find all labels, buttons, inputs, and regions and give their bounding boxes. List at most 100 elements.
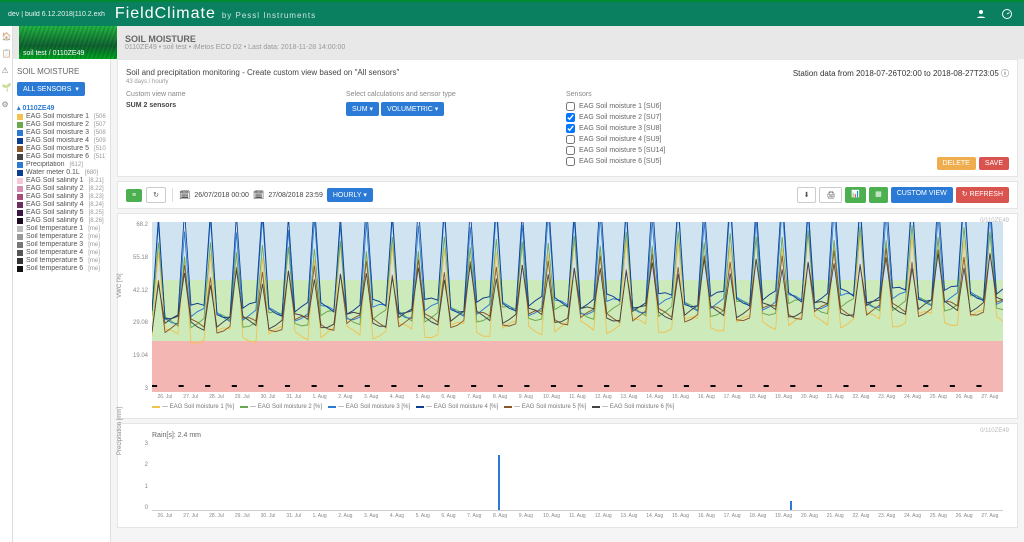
chart-icon[interactable]: 📊 [845, 187, 866, 203]
sensor-node[interactable]: EAG Soil moisture 3[508] [17, 129, 106, 136]
y-axis-label: VWC [%] [117, 273, 123, 297]
nav-rail: 🏠 📋 ⚠ 🌱 ⚙ [0, 26, 13, 542]
legend: — EAG Soil moisture 1 [%] — EAG Soil mois… [152, 404, 1009, 410]
sensor-label: EAG Soil moisture 6 [SU5] [579, 158, 661, 165]
config-card: Soil and precipitation monitoring - Crea… [117, 59, 1018, 177]
page-subtitle: 43 days / hourly [126, 79, 399, 85]
sensor-checkbox[interactable] [566, 157, 575, 166]
sensor-checkbox-row: EAG Soil moisture 3 [SU8] [566, 124, 1009, 133]
legend-item[interactable]: — EAG Soil moisture 1 [%] [152, 404, 234, 410]
sensor-node[interactable]: EAG Soil moisture 5[510] [17, 145, 106, 152]
info-icon[interactable]: ⓘ [1001, 69, 1009, 78]
station-meta: 0110ZE49 • soil test • iMetos ECO D2 • L… [125, 44, 345, 51]
station-strip: soil test / 0110ZE49 SOIL MOISTURE 0110Z… [13, 26, 1024, 59]
sum-dropdown[interactable]: SUM ▾ [346, 102, 379, 116]
collapse-icon[interactable]: ≡ [126, 189, 142, 202]
main: Soil and precipitation monitoring - Crea… [111, 59, 1024, 542]
sensor-checkbox[interactable] [566, 124, 575, 133]
sensor-node[interactable]: EAG Soil moisture 1[506] [17, 113, 106, 120]
build-info: dev | build 6.12.2018|110.2.exh [8, 11, 105, 18]
date-to[interactable]: 27/08/2018 23:59 [268, 192, 323, 199]
list-icon[interactable]: 📋 [2, 49, 11, 58]
sensor-node[interactable]: Soil temperature 6[me] [17, 265, 106, 272]
download-icon[interactable]: ⬇ [797, 187, 817, 203]
sensor-label: EAG Soil moisture 4 [SU9] [579, 136, 661, 143]
calc-label: Select calculations and sensor type [346, 91, 526, 98]
save-button[interactable]: SAVE [979, 157, 1009, 170]
sensor-node[interactable]: EAG Soil moisture 6[511] [17, 153, 106, 160]
rain-summary: Rain[s]: 2.4 mm [152, 432, 1009, 439]
sensor-checkbox[interactable] [566, 102, 575, 111]
station-thumbnail: soil test / 0110ZE49 [19, 26, 117, 59]
sensor-checkbox[interactable] [566, 146, 575, 155]
sensor-node[interactable]: Soil temperature 2[me] [17, 233, 106, 240]
legend-item[interactable]: — EAG Soil moisture 3 [%] [328, 404, 410, 410]
sensor-node[interactable]: Soil temperature 4[me] [17, 249, 106, 256]
calendar-to-icon[interactable]: 🗓 [253, 190, 264, 201]
calendar-from-icon[interactable]: 🗓 [179, 190, 190, 201]
sensor-checkbox-row: EAG Soil moisture 4 [SU9] [566, 135, 1009, 144]
x-axis: 26. Jul27. Jul28. Jul29. Jul30. Jul31. J… [152, 513, 1003, 519]
export-icon[interactable]: 🖨 [819, 187, 842, 203]
y-axis: 68.255.1842.1229.0819.043 [126, 222, 150, 392]
date-range-info: Station data from 2018-07-26T02:00 to 20… [793, 68, 1009, 79]
chart-area[interactable] [152, 222, 1003, 392]
sensor-label: EAG Soil moisture 5 [SU14] [579, 147, 665, 154]
toolbar: ≡ ↻ 🗓 26/07/2018 00:00 🗓 27/08/2018 23:5… [117, 181, 1018, 209]
brand-logo: FieldClimateby Pessl Instruments [115, 5, 316, 23]
sensor-node[interactable]: EAG Soil salinity 3[8.23] [17, 193, 106, 200]
soil-moisture-chart: 0/110ZE49 68.255.1842.1229.0819.043 VWC … [117, 213, 1018, 419]
sensor-label: EAG Soil moisture 2 [SU7] [579, 114, 661, 121]
sensor-node[interactable]: Soil temperature 5[me] [17, 257, 106, 264]
sensor-node[interactable]: Soil temperature 3[me] [17, 241, 106, 248]
sensor-node[interactable]: Soil temperature 1[me] [17, 225, 106, 232]
x-axis: 26. Jul27. Jul28. Jul29. Jul30. Jul31. J… [152, 394, 1003, 400]
sensor-node[interactable]: EAG Soil salinity 2[8.22] [17, 185, 106, 192]
all-sensors-dropdown[interactable]: ALL SENSORS▾ [17, 82, 85, 96]
dashboard-icon[interactable] [998, 5, 1016, 23]
y-axis-label: Precipitation [mm] [117, 407, 123, 455]
page-title: Soil and precipitation monitoring - Crea… [126, 68, 399, 77]
table-icon[interactable]: ▦ [869, 187, 888, 203]
granularity-dropdown[interactable]: HOURLY ▾ [327, 188, 373, 202]
user-icon[interactable] [972, 5, 990, 23]
precipitation-chart: 0/110ZE49 Rain[s]: 2.4 mm 3210 Precipita… [117, 423, 1018, 528]
plant-icon[interactable]: 🌱 [2, 83, 11, 92]
sensors-label: Sensors [566, 91, 1009, 98]
volumetric-dropdown[interactable]: VOLUMETRIC ▾ [381, 102, 444, 116]
gear-icon[interactable]: ⚙ [2, 100, 11, 109]
sensor-node[interactable]: EAG Soil salinity 6[8.26] [17, 217, 106, 224]
sensor-label: EAG Soil moisture 3 [SU8] [579, 125, 661, 132]
sensor-node[interactable]: EAG Soil moisture 4[509] [17, 137, 106, 144]
legend-item[interactable]: — EAG Soil moisture 6 [%] [592, 404, 674, 410]
bar [498, 455, 500, 510]
topbar: dev | build 6.12.2018|110.2.exh FieldCli… [0, 0, 1024, 26]
sensor-checkbox-row: EAG Soil moisture 2 [SU7] [566, 113, 1009, 122]
sensor-node[interactable]: EAG Soil salinity 4[8.24] [17, 201, 106, 208]
sensor-node[interactable]: EAG Soil salinity 5[8.25] [17, 209, 106, 216]
sensor-checkbox[interactable] [566, 113, 575, 122]
date-from[interactable]: 26/07/2018 00:00 [194, 192, 249, 199]
refresh-icon[interactable]: ↻ [146, 187, 166, 203]
legend-item[interactable]: — EAG Soil moisture 4 [%] [416, 404, 498, 410]
sensor-node[interactable]: Water meter 0.1L[680] [17, 169, 106, 176]
sidebar: SOIL MOISTURE ALL SENSORS▾ ▴ 0110ZE49EAG… [13, 59, 111, 542]
legend-item[interactable]: — EAG Soil moisture 2 [%] [240, 404, 322, 410]
warning-icon[interactable]: ⚠ [2, 66, 11, 75]
date-from-tag: 2018-07-26T02:00 [856, 69, 922, 78]
page-heading: SOIL MOISTURE [125, 34, 345, 44]
sensor-checkbox-row: EAG Soil moisture 1 [SU6] [566, 102, 1009, 111]
custom-view-button[interactable]: CUSTOM VIEW [891, 187, 953, 203]
delete-button[interactable]: DELETE [937, 157, 976, 170]
custom-view-name: SUM 2 sensors [126, 102, 306, 109]
sensor-node[interactable]: Precipitation[612] [17, 161, 106, 168]
sensor-node[interactable]: EAG Soil moisture 2[507] [17, 121, 106, 128]
custom-view-label: Custom view name [126, 91, 306, 98]
sidebar-heading: SOIL MOISTURE [17, 67, 106, 76]
legend-item[interactable]: — EAG Soil moisture 5 [%] [504, 404, 586, 410]
sensor-checkbox[interactable] [566, 135, 575, 144]
sensor-node[interactable]: EAG Soil salinity 1[8.21] [17, 177, 106, 184]
refresh-button[interactable]: ↻ REFRESH [956, 187, 1009, 203]
home-icon[interactable]: 🏠 [2, 32, 11, 41]
station-node[interactable]: ▴ 0110ZE49 [17, 104, 106, 112]
